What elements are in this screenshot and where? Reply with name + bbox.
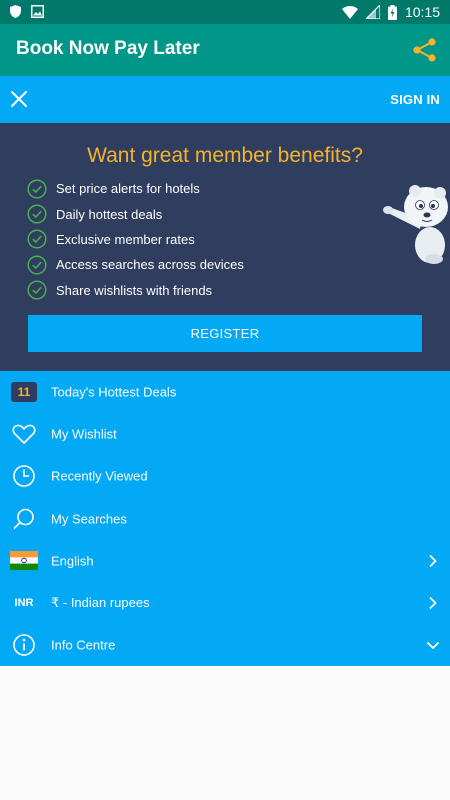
chevron-down-icon: [426, 642, 440, 650]
polar-bear-mascot: [383, 185, 448, 264]
battery-charging-icon: [387, 4, 397, 20]
benefit-text: Daily hottest deals: [56, 206, 163, 222]
share-icon[interactable]: [412, 37, 438, 63]
heart-icon: [12, 424, 36, 445]
menu-item-hottest-deals[interactable]: 11 Today's Hottest Deals: [0, 371, 450, 413]
menu-list: 11 Today's Hottest Deals My Wishlist Rec…: [0, 371, 450, 666]
benefit-text: Share wishlists with friends: [56, 282, 213, 298]
close-icon[interactable]: [8, 88, 30, 110]
menu-item-label: My Searches: [51, 511, 127, 527]
menu-item-recently-viewed[interactable]: Recently Viewed: [0, 455, 450, 497]
benefit-text: Set price alerts for hotels: [56, 181, 200, 197]
benefit-item: Daily hottest deals: [27, 201, 244, 226]
check-circle-icon: [27, 255, 47, 275]
menu-item-label: English: [51, 553, 94, 569]
menu-item-label: Today's Hottest Deals: [51, 384, 177, 400]
promo-title: Want great member benefits?: [87, 144, 363, 167]
info-icon: [13, 634, 35, 657]
app-bar: Book Now Pay Later: [0, 24, 450, 76]
menu-item-wishlist[interactable]: My Wishlist: [0, 413, 450, 455]
menu-item-language[interactable]: English: [0, 540, 450, 582]
deals-count-badge: 11: [10, 380, 38, 404]
check-circle-icon: [27, 179, 47, 199]
app-title: Book Now Pay Later: [16, 38, 200, 59]
benefit-item: Access searches across devices: [27, 252, 244, 277]
menu-item-info-centre[interactable]: Info Centre: [0, 624, 450, 666]
india-flag-icon: [10, 551, 38, 571]
benefit-text: Exclusive member rates: [56, 231, 195, 247]
status-time: 10:15: [404, 4, 440, 20]
menu-item-label: Recently Viewed: [51, 468, 148, 484]
shield-icon: [10, 5, 21, 18]
benefits-list: Set price alerts for hotels Daily hottes…: [27, 176, 244, 303]
currency-code: INR: [14, 597, 34, 610]
chevron-right-icon: [429, 596, 437, 610]
benefit-text: Access searches across devices: [56, 257, 244, 273]
check-circle-icon: [27, 229, 47, 250]
clock-icon: [13, 465, 35, 488]
menu-item-label: ₹ - Indian rupees: [51, 595, 150, 611]
menu-item-label: Info Centre: [51, 637, 116, 653]
menu-item-label: My Wishlist: [51, 426, 117, 442]
signal-icon: [365, 5, 380, 19]
sign-in-button[interactable]: SIGN IN: [390, 92, 440, 107]
register-button[interactable]: REGISTER: [28, 315, 422, 352]
benefit-item: Exclusive member rates: [27, 227, 244, 252]
menu-item-currency[interactable]: INR ₹ - Indian rupees: [0, 582, 450, 624]
wifi-icon: [341, 5, 358, 19]
deals-badge: 11: [11, 382, 37, 403]
menu-header: SIGN IN: [0, 76, 450, 123]
member-benefits-panel: Want great member benefits? Set price al…: [0, 123, 450, 371]
chevron-right-icon: [429, 554, 437, 567]
menu-item-my-searches[interactable]: My Searches: [0, 498, 450, 540]
check-circle-icon: [27, 204, 47, 224]
image-icon: [31, 5, 44, 18]
status-bar: 10:15: [0, 0, 450, 24]
check-circle-icon: [27, 280, 47, 300]
benefit-item: Share wishlists with friends: [27, 278, 244, 303]
benefit-item: Set price alerts for hotels: [27, 176, 244, 201]
search-icon: [13, 508, 34, 529]
